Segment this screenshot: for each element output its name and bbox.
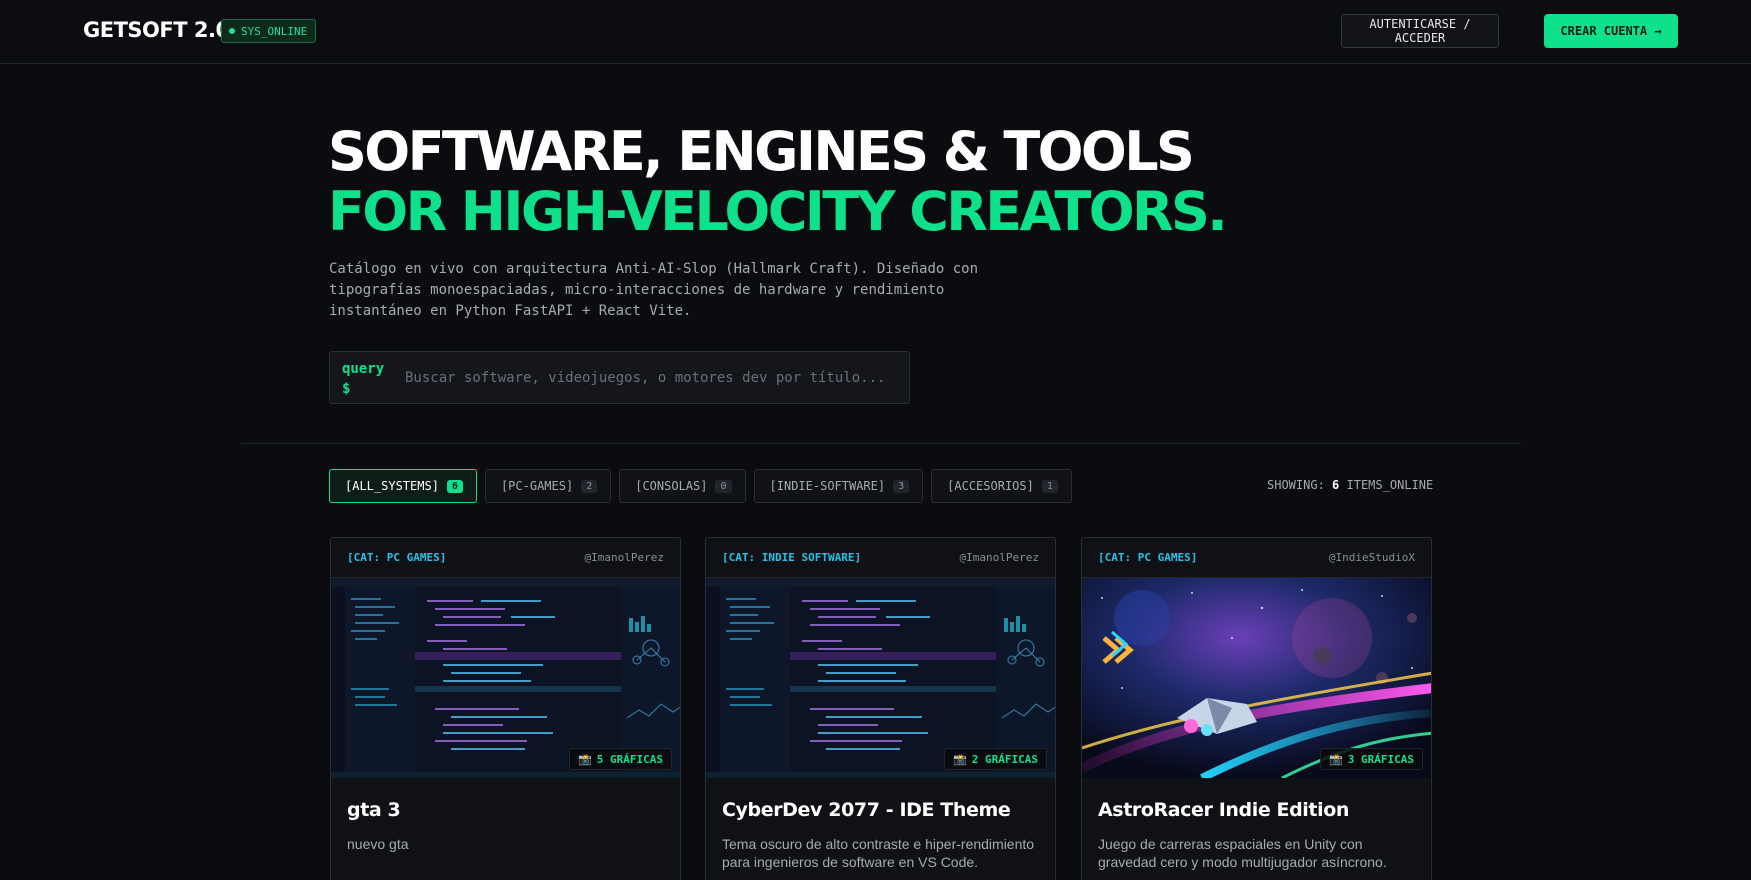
- hero-description: Catálogo en vivo con arquitectura Anti-A…: [329, 261, 979, 319]
- card-description: Tema oscuro de alto contraste e hiper-re…: [722, 836, 1035, 870]
- filter-label: [ACCESORIOS]: [947, 479, 1034, 493]
- card-description: nuevo gta: [347, 836, 409, 852]
- card-author[interactable]: @ImanolPerez: [585, 551, 664, 564]
- filter-label: [INDIE-SOFTWARE]: [769, 479, 886, 493]
- card-category: [CAT: INDIE SOFTWARE]: [722, 551, 862, 564]
- product-card[interactable]: [CAT: PC GAMES] @IndieStudioX 📸 3 GRÁFIC…: [1081, 537, 1432, 880]
- card-thumbnail[interactable]: 📸 5 GRÁFICAS: [331, 578, 680, 778]
- filter-indie-software[interactable]: [INDIE-SOFTWARE] 3: [753, 469, 924, 503]
- filter-count: 6: [446, 479, 463, 493]
- search-prompt: query $: [342, 359, 384, 399]
- camera-icon: 📸: [953, 752, 967, 766]
- filter-label: [CONSOLAS]: [635, 479, 708, 493]
- search-prompt-query: query: [342, 361, 385, 377]
- gallery-count: 5 GRÁFICAS: [596, 752, 663, 766]
- gallery-badge: 📸 5 GRÁFICAS: [569, 748, 672, 770]
- camera-icon: 📸: [1329, 752, 1343, 766]
- gallery-badge: 📸 2 GRÁFICAS: [944, 748, 1047, 770]
- section-divider: [241, 443, 1521, 444]
- card-header: [CAT: INDIE SOFTWARE] @ImanolPerez: [706, 538, 1055, 578]
- filter-consolas[interactable]: [CONSOLAS] 0: [619, 469, 746, 503]
- card-title: CyberDev 2077 - IDE Theme: [722, 799, 1011, 821]
- card-thumbnail[interactable]: 📸 3 GRÁFICAS: [1082, 578, 1431, 778]
- status-text: SYS_ONLINE: [241, 24, 308, 38]
- filter-count: 3: [893, 479, 910, 493]
- card-title: AstroRacer Indie Edition: [1098, 799, 1349, 821]
- filter-label: [ALL_SYSTEMS]: [345, 479, 439, 493]
- card-thumbnail[interactable]: 📸 2 GRÁFICAS: [706, 578, 1055, 778]
- card-category: [CAT: PC GAMES]: [347, 551, 447, 564]
- filter-accesorios[interactable]: [ACCESORIOS] 1: [931, 469, 1072, 503]
- status-badge: SYS_ONLINE: [221, 19, 317, 43]
- results-suffix: ITEMS_ONLINE: [1346, 478, 1434, 492]
- filter-label: [PC-GAMES]: [500, 479, 574, 493]
- card-description: Juego de carreras espaciales en Unity co…: [1098, 836, 1387, 870]
- filter-count: 2: [581, 479, 598, 493]
- results-count: SHOWING: 6 ITEMS_ONLINE: [1267, 478, 1433, 492]
- gallery-badge: 📸 3 GRÁFICAS: [1320, 748, 1423, 770]
- gallery-count: 2 GRÁFICAS: [971, 752, 1038, 766]
- card-author[interactable]: @ImanolPerez: [960, 551, 1039, 564]
- card-header: [CAT: PC GAMES] @IndieStudioX: [1082, 538, 1431, 578]
- results-prefix: SHOWING:: [1267, 478, 1325, 492]
- product-card[interactable]: [CAT: PC GAMES] @ImanolPerez 📸 5 GRÁFICA…: [330, 537, 681, 880]
- create-account-button[interactable]: CREAR CUENTA →: [1544, 14, 1678, 48]
- results-number: 6: [1332, 478, 1340, 492]
- login-button[interactable]: AUTENTICARSE / ACCEDER: [1341, 14, 1499, 48]
- category-filters: [ALL_SYSTEMS] 6 [PC-GAMES] 2 [CONSOLAS] …: [329, 469, 1072, 503]
- card-author[interactable]: @IndieStudioX: [1329, 551, 1415, 564]
- status-dot-icon: [229, 28, 235, 34]
- filter-pc-games[interactable]: [PC-GAMES] 2: [484, 469, 612, 503]
- hero-title-line2: FOR HIGH-VELOCITY CREATORS.: [328, 180, 1228, 243]
- search-box: query $: [329, 351, 910, 404]
- product-card[interactable]: [CAT: INDIE SOFTWARE] @ImanolPerez 📸 2 G…: [705, 537, 1056, 880]
- card-title: gta 3: [347, 799, 401, 821]
- search-prompt-dollar: $: [342, 381, 351, 397]
- card-header: [CAT: PC GAMES] @ImanolPerez: [331, 538, 680, 578]
- camera-icon: 📸: [578, 752, 592, 766]
- hero-title-line1: SOFTWARE, ENGINES & TOOLS: [328, 120, 1195, 183]
- top-nav: GETSOFT 2.0 SYS_ONLINE AUTENTICARSE / AC…: [0, 0, 1751, 64]
- search-input[interactable]: [405, 365, 895, 391]
- filter-all-systems[interactable]: [ALL_SYSTEMS] 6: [329, 469, 477, 503]
- gallery-count: 3 GRÁFICAS: [1347, 752, 1414, 766]
- card-category: [CAT: PC GAMES]: [1098, 551, 1198, 564]
- filter-count: 0: [715, 479, 732, 493]
- filter-count: 1: [1041, 479, 1058, 493]
- logo[interactable]: GETSOFT 2.0: [83, 18, 230, 42]
